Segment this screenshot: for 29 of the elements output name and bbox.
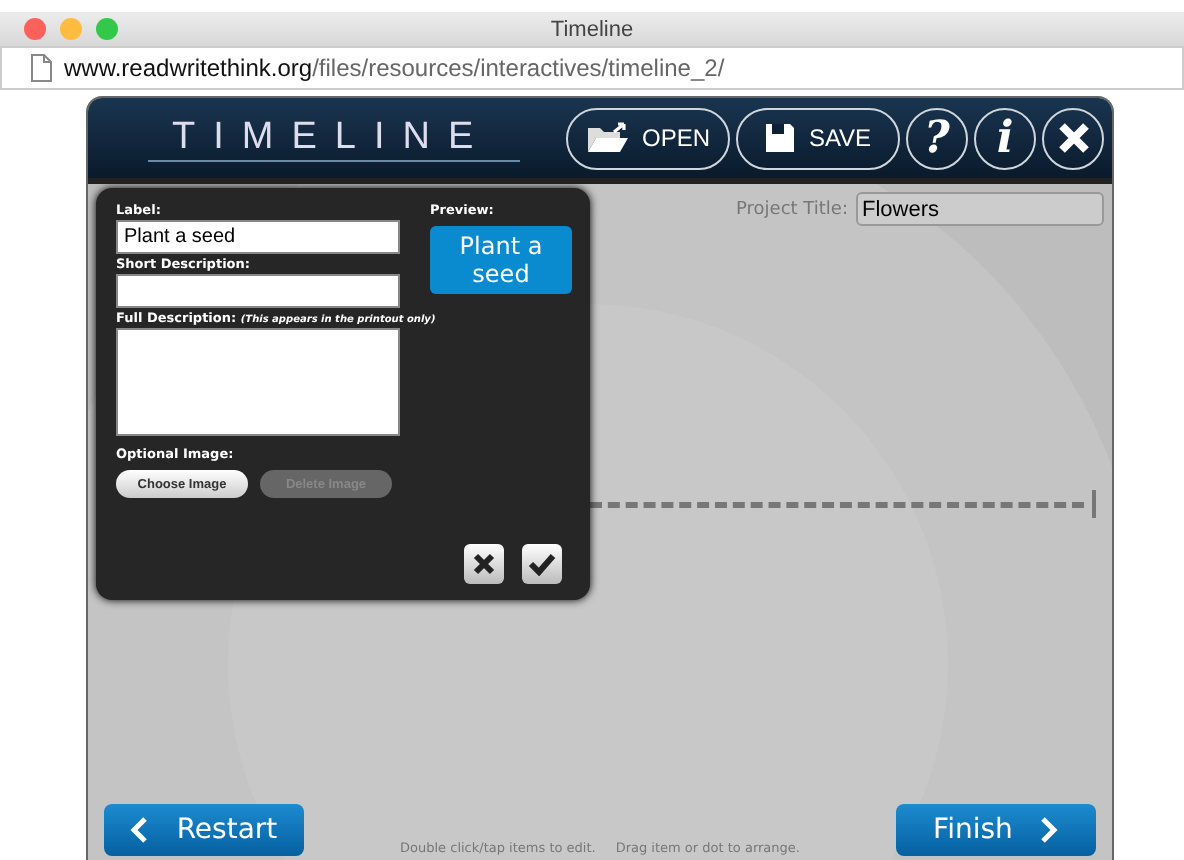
full-description-field[interactable] [116, 328, 400, 436]
chevron-right-icon [1040, 816, 1059, 844]
timeline-end-marker [1092, 490, 1096, 518]
close-button[interactable] [1042, 107, 1104, 169]
address-bar[interactable]: www.readwritethink.org/files/resources/interactives/timeline_2/ [0, 46, 1184, 90]
window-title: Timeline [550, 17, 634, 41]
project-title-label: Project Title: [736, 199, 848, 219]
close-icon [472, 552, 496, 576]
close-icon [1055, 120, 1091, 156]
zoom-window-button[interactable] [96, 18, 118, 40]
folder-icon [586, 122, 630, 154]
confirm-button[interactable] [522, 544, 562, 584]
toolbar-button[interactable]: i [974, 107, 1036, 169]
url-text: www.readwritethink.org/files/resources/interactives/timeline_2/ [64, 54, 725, 82]
chevron-left-icon [130, 816, 149, 844]
finish-button[interactable]: Finish [895, 804, 1096, 856]
open-button[interactable]: OPEN [566, 107, 730, 169]
checkmark-icon [528, 552, 556, 576]
save-button[interactable]: SAVE [736, 107, 900, 169]
restart-button[interactable]: Restart [104, 804, 304, 856]
toolbar-button[interactable]: ? [906, 107, 968, 169]
close-window-button[interactable] [24, 18, 46, 40]
preview-card: Plant a seed [430, 226, 572, 294]
cancel-button[interactable] [464, 544, 504, 584]
page-icon [30, 54, 52, 82]
label-field[interactable]: Plant a seed [116, 220, 400, 254]
project-title-field[interactable]: Flowers [856, 192, 1104, 226]
short-description-field[interactable] [116, 274, 400, 308]
timeline-logo: TIMELINE [148, 115, 520, 161]
